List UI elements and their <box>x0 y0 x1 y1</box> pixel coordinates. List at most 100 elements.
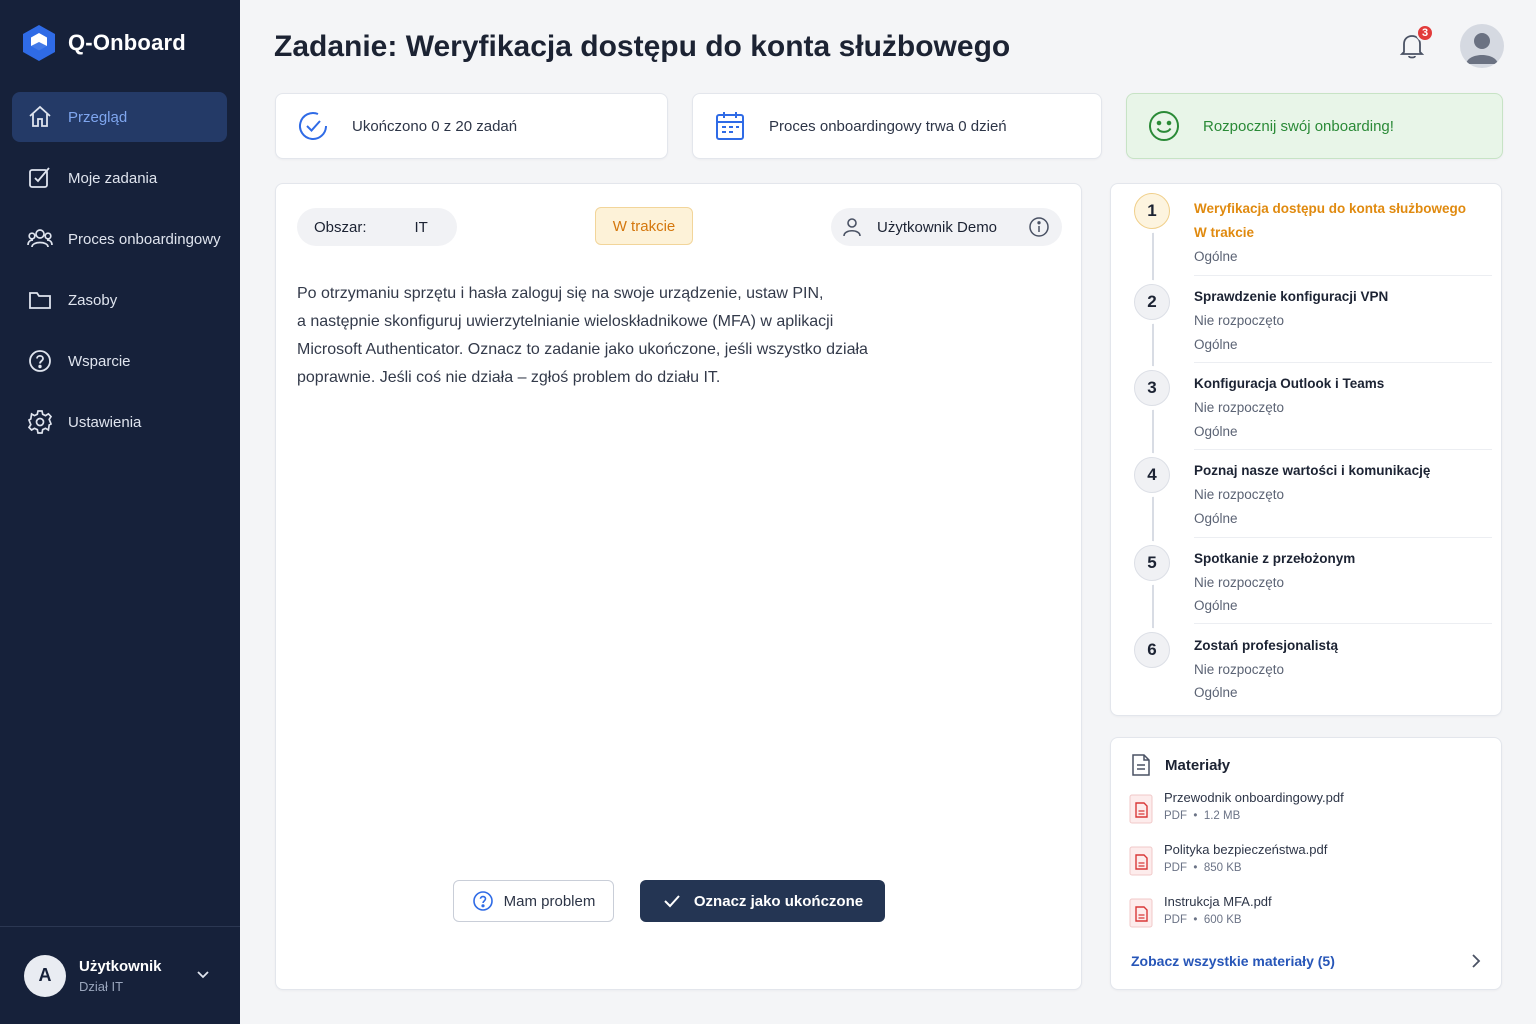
mark-complete-label: Oznacz jako ukończone <box>693 892 864 910</box>
sidebar-item-label: Proces onboardingowy <box>68 230 221 248</box>
step-title: Zostań profesjonalistą <box>1194 638 1339 653</box>
step-item[interactable]: 2 Sprawdzenie konfiguracji VPN Nie rozpo… <box>1111 275 1503 363</box>
step-title: Weryfikacja dostępu do konta służbowego <box>1194 201 1467 216</box>
material-meta: PDF • 850 KB <box>1164 862 1242 874</box>
material-name: Przewodnik onboardingowy.pdf <box>1164 790 1344 805</box>
stat-completed: Ukończono 0 z 20 zadań <box>275 93 668 159</box>
step-category: Ogólne <box>1194 337 1238 352</box>
stat-cta-text: Rozpocznij swój onboarding! <box>1203 117 1394 135</box>
gear-icon <box>26 408 54 436</box>
calendar-icon <box>716 112 744 140</box>
chevron-down-icon[interactable] <box>194 965 212 983</box>
description-line: poprawnie. Jeśli coś nie działa – zgłoś … <box>297 369 721 386</box>
smiley-icon <box>1149 111 1179 141</box>
material-type: PDF <box>1164 810 1187 822</box>
sidebar-item-przeglad[interactable]: Przegląd <box>12 92 227 142</box>
stat-duration-text: Proces onboardingowy trwa 0 dzień <box>769 117 1007 135</box>
check-icon <box>664 895 680 908</box>
sidebar-item-moje-zadania[interactable]: Moje zadania <box>12 153 227 203</box>
material-type: PDF <box>1164 914 1187 926</box>
user-menu[interactable]: A Użytkownik Dział IT <box>0 926 240 1024</box>
user-name: Użytkownik <box>79 957 162 975</box>
user-department: Dział IT <box>79 978 124 994</box>
stat-completed-text: Ukończono 0 z 20 zadań <box>352 117 518 135</box>
materials-title: Materiały <box>1165 756 1231 774</box>
step-category: Ogólne <box>1194 249 1238 264</box>
material-name: Instrukcja MFA.pdf <box>1164 894 1272 909</box>
pdf-file-icon <box>1129 846 1153 876</box>
user-icon <box>843 218 861 237</box>
sidebar-item-zasoby[interactable]: Zasoby <box>12 275 227 325</box>
sidebar-item-proces-onboardingowy[interactable]: Proces onboardingowy <box>12 214 227 264</box>
sidebar-nav: Przegląd Moje zadania Proces onboardingo… <box>12 92 227 458</box>
mark-complete-button[interactable]: Oznacz jako ukończone <box>640 880 885 922</box>
pdf-file-icon <box>1129 794 1153 824</box>
sidebar-item-label: Moje zadania <box>68 169 158 187</box>
area-pill: Obszar: IT <box>297 208 457 246</box>
material-size: 850 KB <box>1203 862 1242 874</box>
profile-avatar[interactable] <box>1460 24 1504 68</box>
chevron-right-icon[interactable] <box>1467 952 1483 970</box>
task-check-icon <box>26 164 54 192</box>
materials-card: Materiały Przewodnik onboardingowy.pdf P… <box>1110 737 1502 990</box>
step-number: 1 <box>1134 193 1170 229</box>
step-category: Ogólne <box>1194 598 1238 613</box>
description-line: a następnie skonfiguruj uwierzytelnianie… <box>297 313 834 330</box>
step-title: Poznaj nasze wartości i komunikację <box>1194 463 1431 478</box>
users-icon <box>26 225 54 253</box>
material-meta: PDF • 600 KB <box>1164 914 1242 926</box>
step-item[interactable]: 3 Konfiguracja Outlook i Teams Nie rozpo… <box>1111 362 1503 450</box>
step-number: 5 <box>1134 545 1170 581</box>
step-category: Ogólne <box>1194 685 1238 700</box>
home-icon <box>26 103 54 131</box>
notification-badge: 3 <box>1416 24 1434 42</box>
step-category: Ogólne <box>1194 424 1238 439</box>
page-title: Zadanie: Weryfikacja dostępu do konta sł… <box>274 30 1011 63</box>
info-icon[interactable] <box>1028 216 1050 238</box>
material-size: 600 KB <box>1203 914 1242 926</box>
step-item[interactable]: 5 Spotkanie z przełożonym Nie rozpoczęto… <box>1111 537 1503 624</box>
material-item[interactable]: Instrukcja MFA.pdf PDF • 600 KB <box>1129 894 1489 934</box>
step-title: Konfiguracja Outlook i Teams <box>1194 376 1385 391</box>
status-badge: W trakcie <box>595 207 693 245</box>
assignee-pill: Użytkownik Demo <box>831 208 1062 246</box>
description-line: Po otrzymaniu sprzętu i hasła zaloguj si… <box>297 285 824 302</box>
sidebar-item-wsparcie[interactable]: Wsparcie <box>12 336 227 386</box>
material-type: PDF <box>1164 862 1187 874</box>
report-problem-label: Mam problem <box>503 892 596 910</box>
assignee-name: Użytkownik Demo <box>877 218 998 236</box>
material-item[interactable]: Przewodnik onboardingowy.pdf PDF • 1.2 M… <box>1129 790 1489 830</box>
step-title: Spotkanie z przełożonym <box>1194 551 1356 566</box>
step-item[interactable]: 1 Weryfikacja dostępu do konta służboweg… <box>1111 184 1503 276</box>
step-category: Ogólne <box>1194 511 1238 526</box>
task-description: Po otrzymaniu sprzętu i hasła zaloguj si… <box>297 280 917 392</box>
document-icon <box>1132 754 1150 776</box>
help-circle-icon <box>472 891 493 911</box>
step-number: 4 <box>1134 457 1170 493</box>
material-meta: PDF • 1.2 MB <box>1164 810 1241 822</box>
folder-icon <box>26 286 54 314</box>
stat-duration: Proces onboardingowy trwa 0 dzień <box>692 93 1102 159</box>
step-item[interactable]: 6 Zostań profesjonalistą Nie rozpoczęto … <box>1111 624 1503 710</box>
sidebar-item-label: Zasoby <box>68 291 118 309</box>
sidebar-item-ustawienia[interactable]: Ustawienia <box>12 397 227 447</box>
step-item[interactable]: 4 Poznaj nasze wartości i komunikację Ni… <box>1111 449 1503 538</box>
pdf-file-icon <box>1129 898 1153 928</box>
avatar: A <box>24 954 66 997</box>
brand[interactable]: Q-Onboard <box>22 24 186 62</box>
person-icon <box>1466 33 1498 64</box>
report-problem-button[interactable]: Mam problem <box>453 880 614 922</box>
step-status: Nie rozpoczęto <box>1194 400 1285 415</box>
step-status: Nie rozpoczęto <box>1194 487 1285 502</box>
step-status: Nie rozpoczęto <box>1194 313 1285 328</box>
step-number: 3 <box>1134 370 1170 406</box>
sidebar-item-label: Przegląd <box>68 108 128 126</box>
material-item[interactable]: Polityka bezpieczeństwa.pdf PDF • 850 KB <box>1129 842 1489 882</box>
stat-cta[interactable]: Rozpocznij swój onboarding! <box>1126 93 1503 159</box>
view-all-materials-link[interactable]: Zobacz wszystkie materiały (5) <box>1131 953 1335 969</box>
step-number: 2 <box>1134 284 1170 320</box>
area-value: IT <box>414 218 428 236</box>
step-status: Nie rozpoczęto <box>1194 662 1285 677</box>
hexagon-logo-icon <box>23 25 55 61</box>
steps-card: 1 Weryfikacja dostępu do konta służboweg… <box>1110 183 1502 716</box>
